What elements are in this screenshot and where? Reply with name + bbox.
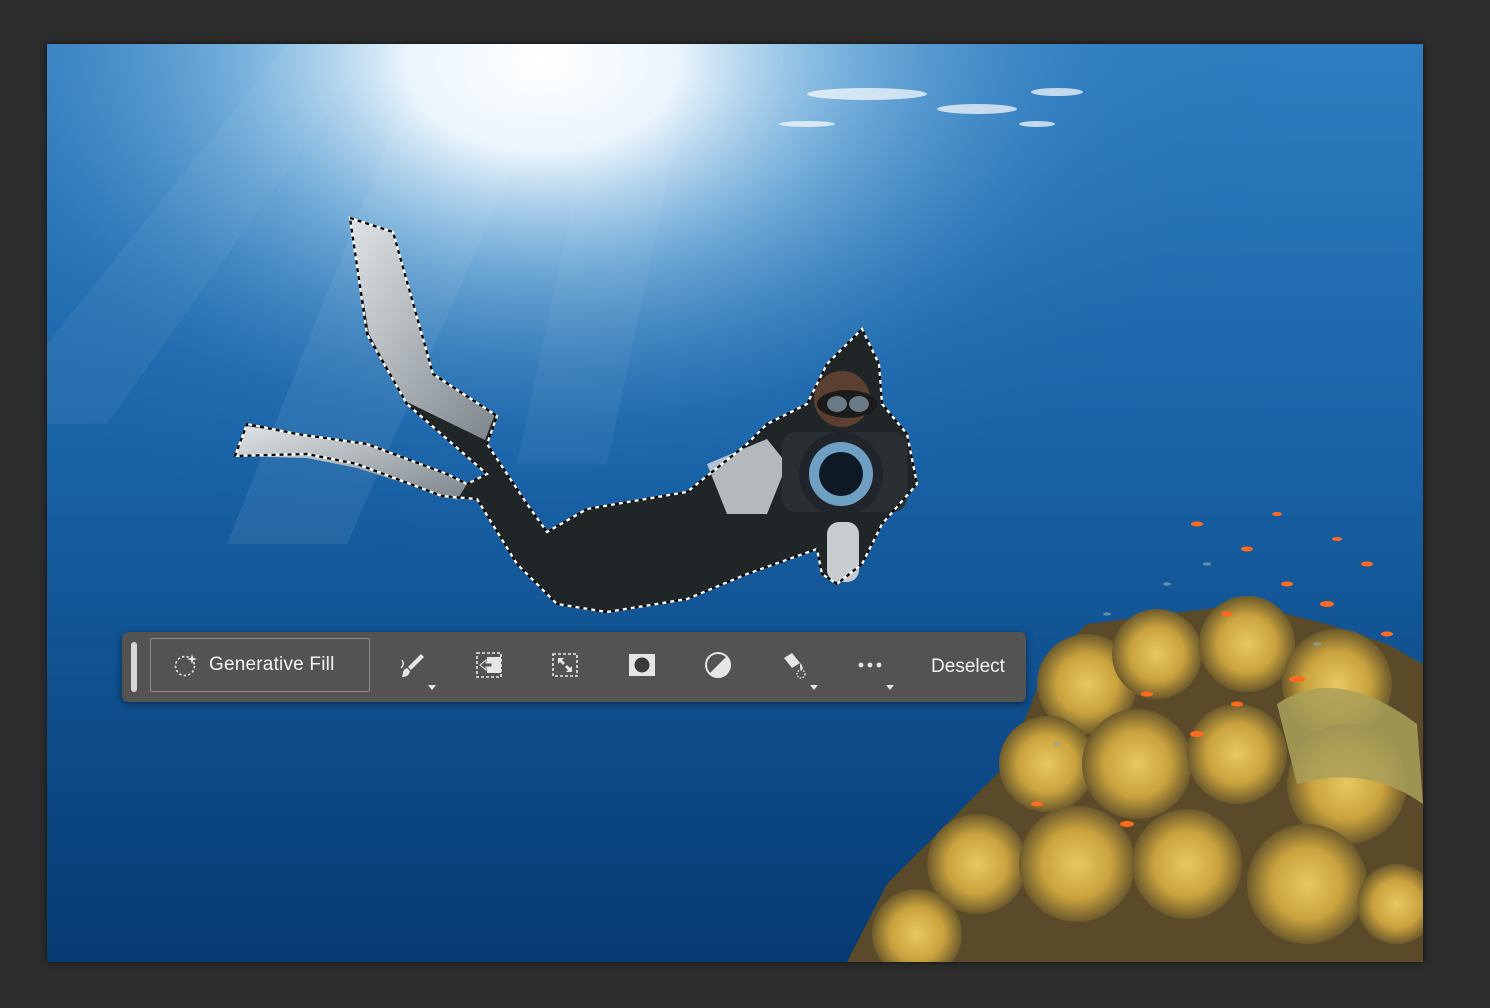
more-dropdown-caret[interactable] (886, 685, 894, 690)
fill-dropdown-caret[interactable] (810, 685, 818, 690)
invert-icon (703, 650, 733, 685)
more-options-button[interactable] (844, 642, 896, 692)
invert-button[interactable] (692, 642, 744, 692)
underwater-photo (47, 44, 1423, 962)
generative-fill-label: Generative Fill (209, 654, 335, 675)
more-icon (855, 650, 885, 685)
taskbar-drag-handle[interactable] (131, 642, 137, 692)
fill-bucket-icon (779, 650, 809, 685)
transform-selection-icon (550, 650, 580, 685)
fill-button[interactable] (768, 642, 820, 692)
deselect-button[interactable]: Deselect (918, 642, 1018, 692)
modify-selection-button[interactable] (463, 642, 515, 692)
modify-selection-icon (474, 650, 504, 685)
sparkle-selection-icon (173, 652, 199, 678)
document-canvas[interactable] (47, 44, 1423, 962)
mask-icon (627, 650, 657, 685)
generative-fill-button[interactable]: Generative Fill (150, 638, 370, 692)
brush-tool-button[interactable] (386, 642, 438, 692)
mask-button[interactable] (616, 642, 668, 692)
brush-dropdown-caret[interactable] (428, 685, 436, 690)
contextual-taskbar: Generative Fill Deselect (122, 632, 1026, 702)
brush-icon (397, 650, 427, 685)
transform-selection-button[interactable] (539, 642, 591, 692)
